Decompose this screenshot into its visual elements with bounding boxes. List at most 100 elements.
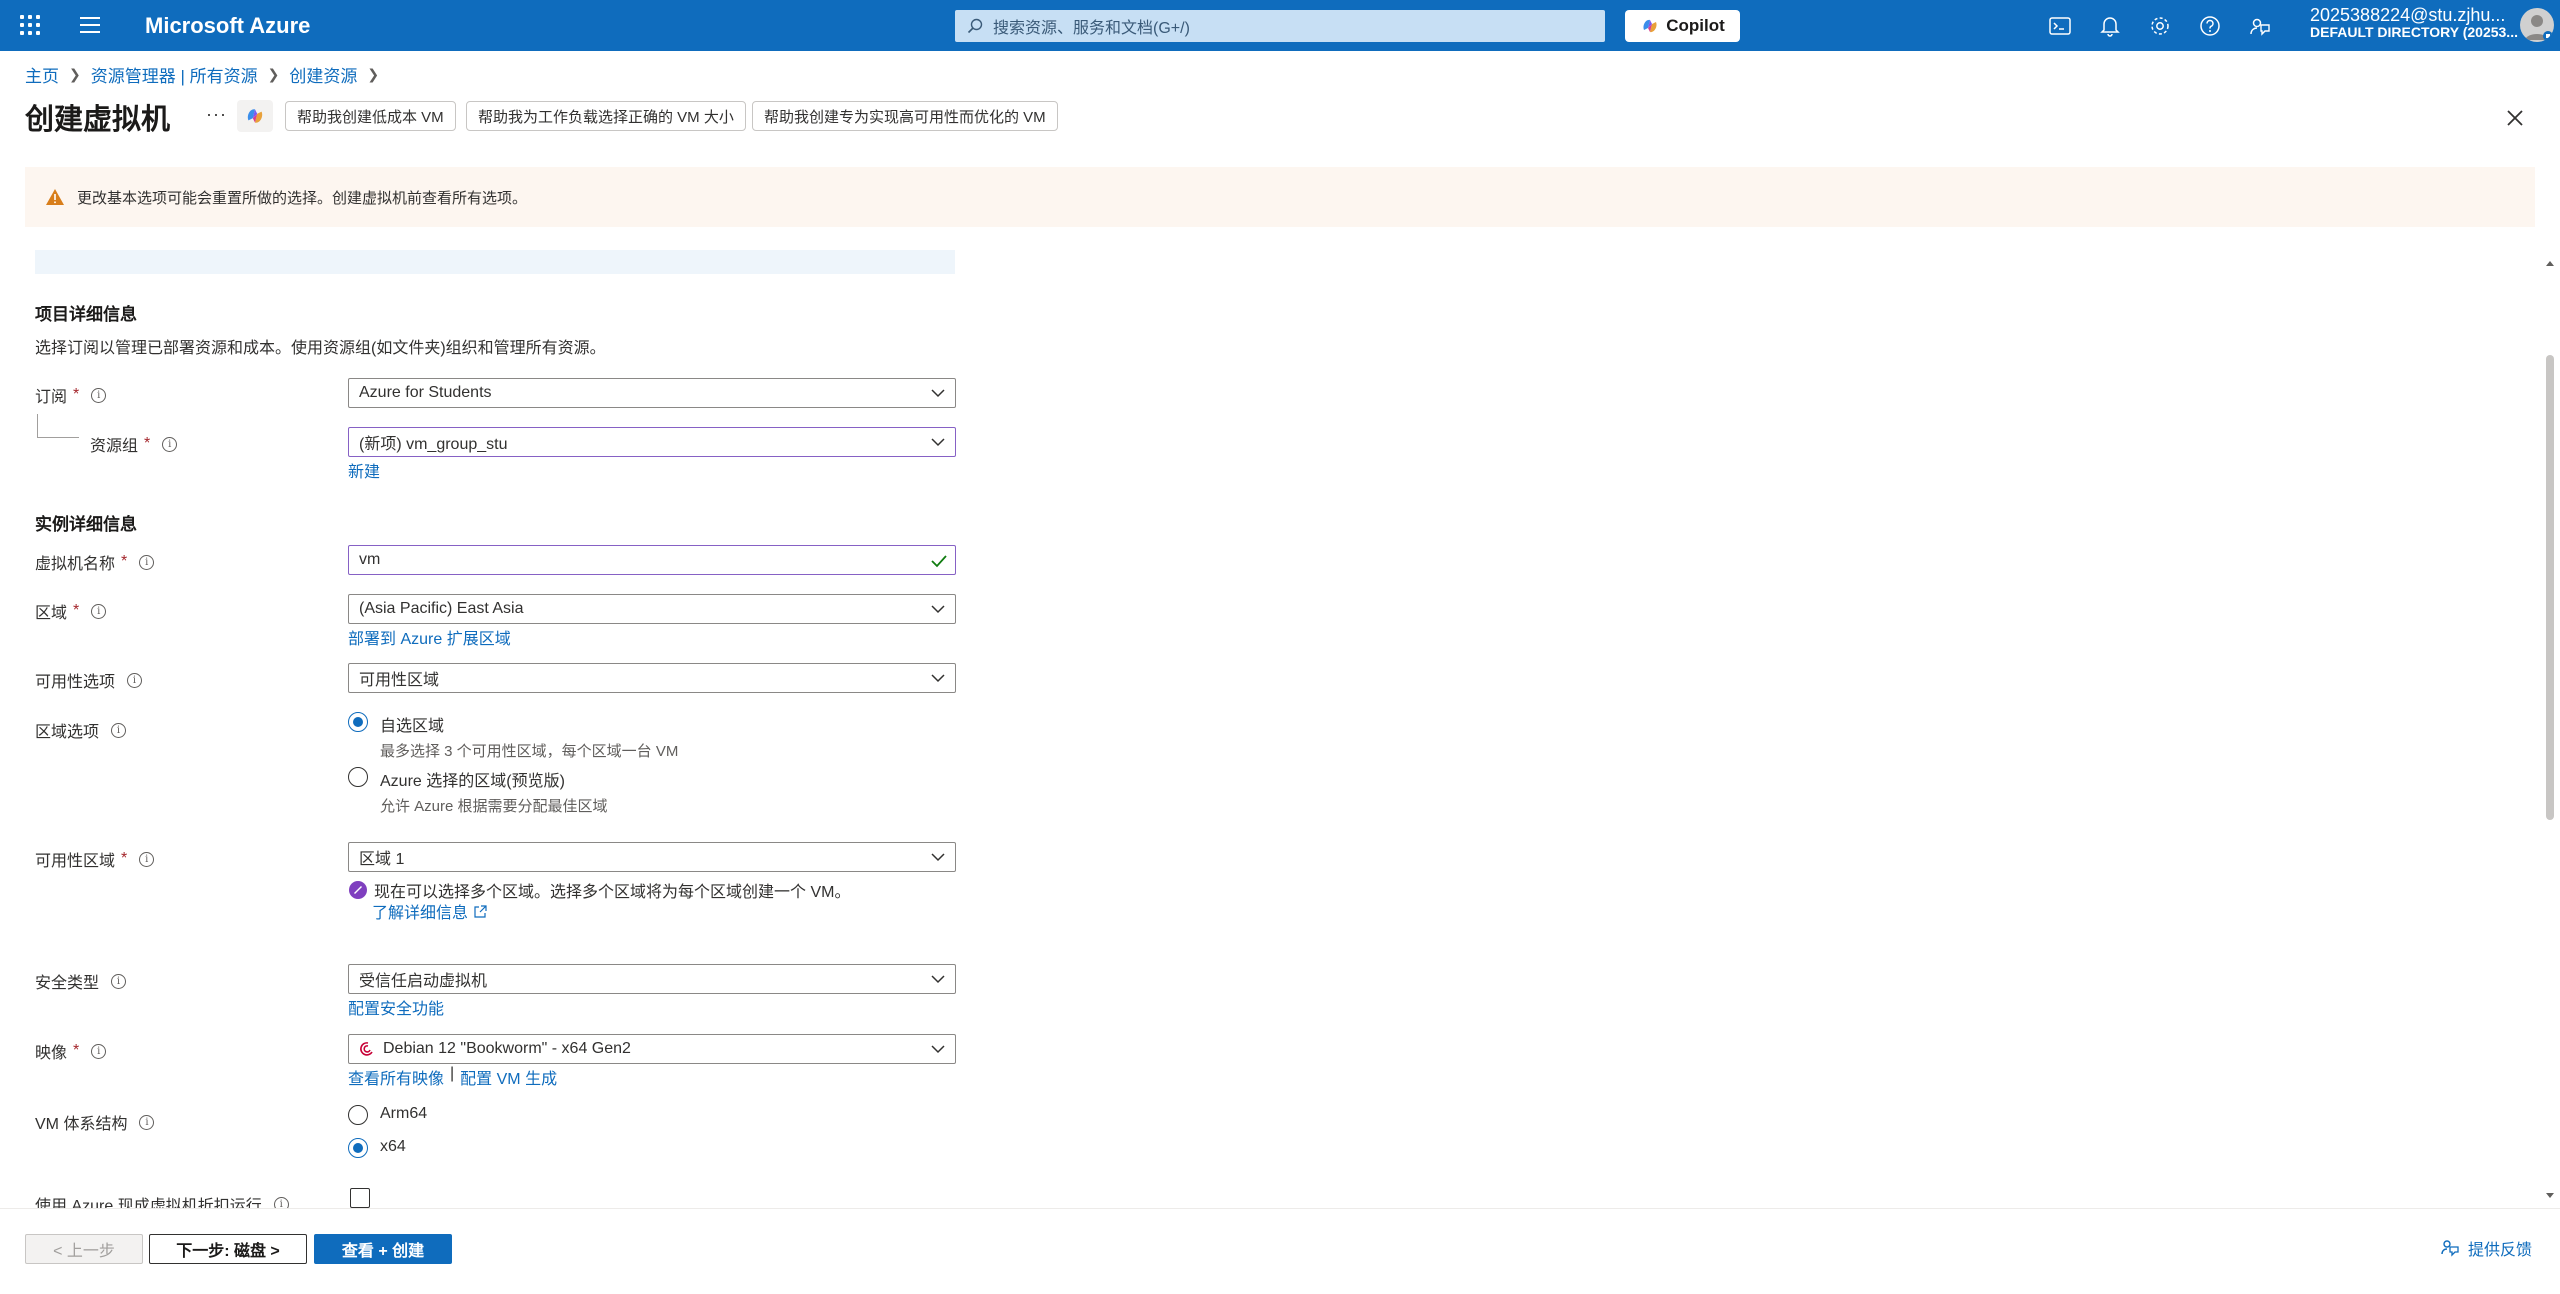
info-strip <box>35 250 955 274</box>
prompt-chip-low-cost[interactable]: 帮助我创建低成本 VM <box>285 101 456 131</box>
resource-group-label-text: 资源组 <box>90 438 139 455</box>
info-icon[interactable]: i <box>91 603 107 619</box>
subscription-label-text: 订阅 <box>35 389 68 406</box>
copilot-button[interactable]: Copilot <box>1625 10 1740 42</box>
chevron-down-icon <box>931 674 945 683</box>
vm-name-label: 虚拟机名称 * i <box>35 550 155 574</box>
resource-group-label: 资源组 * i <box>90 432 178 456</box>
breadcrumb-explorer[interactable]: 资源管理器 | 所有资源 <box>91 62 258 87</box>
previous-button[interactable]: < 上一步 <box>25 1234 143 1264</box>
feedback-icon[interactable] <box>2248 14 2272 38</box>
availability-zone-label-text: 可用性区域 <box>35 853 116 870</box>
info-icon[interactable]: i <box>162 436 178 452</box>
security-type-label: 安全类型 i <box>35 969 127 993</box>
vm-name-label-text: 虚拟机名称 <box>35 556 116 573</box>
review-create-button[interactable]: 查看 + 创建 <box>314 1234 452 1264</box>
search-placeholder: 搜索资源、服务和文档(G+/) <box>993 20 1190 37</box>
info-icon[interactable]: i <box>91 1043 107 1059</box>
prompt-chip-high-availability[interactable]: 帮助我创建专为实现高可用性而优化的 VM <box>752 101 1058 131</box>
zone-opt2-sub: 允许 Azure 根据需要分配最佳区域 <box>380 798 608 815</box>
radio-unselected-icon <box>348 1105 368 1125</box>
region-label: 区域 * i <box>35 599 107 623</box>
close-icon[interactable] <box>2500 103 2530 133</box>
breadcrumb-create[interactable]: 创建资源 <box>289 62 357 87</box>
prompt-chip-vm-size[interactable]: 帮助我为工作负载选择正确的 VM 大小 <box>466 101 746 131</box>
zone-opt1-sub: 最多选择 3 个可用性区域，每个区域一台 VM <box>380 743 679 760</box>
security-type-select[interactable]: 受信任启动虚拟机 <box>348 964 956 994</box>
feedback-text: 提供反馈 <box>2468 1242 2533 1259</box>
copilot-label: Copilot <box>1666 16 1725 35</box>
chevron-down-icon <box>931 389 945 398</box>
chevron-right-icon: ❯ <box>367 66 380 82</box>
copilot-suggest-button[interactable] <box>237 100 273 132</box>
image-links: 查看所有映像 | 配置 VM 生成 <box>348 1065 557 1089</box>
vm-architecture-label-text: VM 体系结构 <box>35 1116 128 1133</box>
availability-zone-label: 可用性区域 * i <box>35 847 155 871</box>
radio-selected-icon <box>348 712 368 732</box>
cloud-shell-icon[interactable] <box>2048 14 2072 38</box>
bell-icon[interactable] <box>2098 14 2122 38</box>
zone-opt1-title: 自选区域 <box>380 718 445 735</box>
subscription-select[interactable]: Azure for Students <box>348 378 956 408</box>
scroll-down-icon[interactable] <box>2543 1191 2557 1201</box>
gear-icon[interactable] <box>2148 14 2172 38</box>
warning-banner: 更改基本选项可能会重置所做的选择。创建虚拟机前查看所有选项。 <box>25 167 2535 227</box>
configure-vm-generation-link[interactable]: 配置 VM 生成 <box>460 1065 557 1089</box>
required-marker: * <box>73 386 80 403</box>
arch-arm64-radio[interactable]: Arm64 <box>348 1105 427 1125</box>
next-disks-button[interactable]: 下一步: 磁盘 > <box>149 1234 307 1264</box>
new-resource-group-link[interactable]: 新建 <box>348 458 380 482</box>
required-marker: * <box>121 553 128 570</box>
account-info[interactable]: 2025388224@stu.zjhu... DEFAULT DIRECTORY… <box>2310 6 2518 41</box>
brand-title[interactable]: Microsoft Azure <box>145 13 310 39</box>
chevron-down-icon <box>931 605 945 614</box>
avatar[interactable] <box>2520 8 2554 42</box>
scroll-up-icon[interactable] <box>2543 258 2557 268</box>
region-label-text: 区域 <box>35 605 68 622</box>
image-label-text: 映像 <box>35 1045 68 1062</box>
more-options-icon[interactable]: ··· <box>206 104 227 125</box>
info-icon[interactable]: i <box>111 973 127 989</box>
chevron-down-icon <box>931 1045 945 1054</box>
availability-option-select[interactable]: 可用性区域 <box>348 663 956 693</box>
image-select[interactable]: Debian 12 "Bookworm" - x64 Gen2 <box>348 1034 956 1064</box>
account-directory: DEFAULT DIRECTORY (20253... <box>2310 24 2518 40</box>
feedback-icon <box>2441 1240 2459 1257</box>
project-details-desc: 选择订阅以管理已部署资源和成本。使用资源组(如文件夹)组织和管理所有资源。 <box>35 340 606 357</box>
zone-option-self-select-radio[interactable]: 自选区域 最多选择 3 个可用性区域，每个区域一台 VM <box>348 712 678 761</box>
chevron-down-icon <box>931 853 945 862</box>
zone-option-azure-select-radio[interactable]: Azure 选择的区域(预览版) 允许 Azure 根据需要分配最佳区域 <box>348 767 608 816</box>
info-icon[interactable]: i <box>91 387 107 403</box>
help-icon[interactable] <box>2198 14 2222 38</box>
breadcrumb-home[interactable]: 主页 <box>25 62 59 87</box>
form-content: 项目详细信息 选择订阅以管理已部署资源和成本。使用资源组(如文件夹)组织和管理所… <box>0 250 2560 1208</box>
hamburger-icon[interactable] <box>80 17 100 33</box>
waffle-icon[interactable] <box>20 15 40 35</box>
resource-group-select[interactable]: (新项) vm_group_stu <box>348 427 956 457</box>
region-select[interactable]: (Asia Pacific) East Asia <box>348 594 956 624</box>
spot-discount-checkbox[interactable] <box>350 1188 370 1208</box>
scrollbar-thumb[interactable] <box>2546 355 2554 820</box>
rocket-icon <box>349 881 367 899</box>
availability-zone-select[interactable]: 区域 1 <box>348 842 956 872</box>
search-input[interactable]: 搜索资源、服务和文档(G+/) <box>955 10 1605 42</box>
configure-security-link[interactable]: 配置安全功能 <box>348 995 444 1019</box>
info-icon[interactable]: i <box>139 554 155 570</box>
info-icon[interactable]: i <box>139 851 155 867</box>
view-all-images-link[interactable]: 查看所有映像 <box>348 1065 444 1089</box>
availability-option-label-text: 可用性选项 <box>35 674 116 691</box>
info-icon[interactable]: i <box>111 722 127 738</box>
zone-opt2-title: Azure 选择的区域(预览版) <box>380 773 565 790</box>
project-details-title: 项目详细信息 <box>35 305 137 324</box>
vm-name-input[interactable]: vm <box>348 545 956 575</box>
vm-architecture-label: VM 体系结构 i <box>35 1110 155 1134</box>
extended-zone-link[interactable]: 部署到 Azure 扩展区域 <box>348 625 511 649</box>
info-icon[interactable]: i <box>127 672 143 688</box>
copilot-icon <box>247 109 263 123</box>
give-feedback-link[interactable]: 提供反馈 <box>2440 1236 2532 1260</box>
subscription-label: 订阅 * i <box>35 383 107 407</box>
arch-x64-radio[interactable]: x64 <box>348 1138 406 1158</box>
learn-more-link[interactable]: 了解详细信息 <box>372 899 487 923</box>
info-icon[interactable]: i <box>273 1196 289 1208</box>
info-icon[interactable]: i <box>139 1114 155 1130</box>
